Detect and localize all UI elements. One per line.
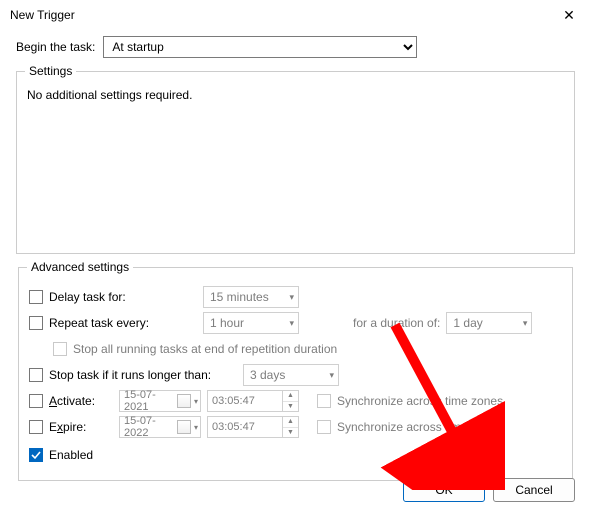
repeat-label: Repeat task every: — [49, 316, 197, 330]
enabled-checkbox[interactable] — [29, 448, 43, 462]
settings-message: No additional settings required. — [27, 88, 564, 102]
begin-task-label: Begin the task: — [16, 40, 95, 54]
cancel-button[interactable]: Cancel — [493, 478, 575, 502]
activate-date[interactable]: 15-07-2021 ▾ — [119, 390, 201, 412]
activate-sync-checkbox — [317, 394, 331, 408]
expire-time-value: 03:05:47 — [212, 421, 282, 433]
repeat-value: 1 hour — [210, 316, 244, 330]
activate-time-value: 03:05:47 — [212, 395, 282, 407]
advanced-legend: Advanced settings — [27, 260, 133, 274]
chevron-down-icon: ▾ — [289, 292, 294, 303]
expire-date-value: 15-07-2022 — [124, 415, 174, 439]
activate-time[interactable]: 03:05:47 ▲▼ — [207, 390, 299, 412]
begin-task-select[interactable]: At startup — [103, 36, 417, 58]
close-button[interactable]: ✕ — [547, 0, 591, 30]
enabled-label: Enabled — [49, 448, 93, 462]
repeat-checkbox[interactable] — [29, 316, 43, 330]
expire-checkbox[interactable] — [29, 420, 43, 434]
expire-date[interactable]: 15-07-2022 ▾ — [119, 416, 201, 438]
delay-checkbox[interactable] — [29, 290, 43, 304]
settings-group: Settings No additional settings required… — [16, 64, 575, 254]
chevron-down-icon: ▾ — [523, 318, 528, 329]
spinner-icon[interactable]: ▲▼ — [282, 417, 298, 437]
duration-value: 1 day — [453, 316, 482, 330]
stop-longer-combo[interactable]: 3 days ▾ — [243, 364, 339, 386]
activate-sync-label: Synchronize across time zones — [337, 394, 503, 408]
advanced-settings-group: Advanced settings Delay task for: 15 min… — [18, 260, 573, 481]
settings-legend: Settings — [25, 64, 76, 78]
delay-label: Delay task for: — [49, 290, 197, 304]
stop-longer-value: 3 days — [250, 368, 285, 382]
calendar-icon — [177, 394, 191, 408]
delay-combo[interactable]: 15 minutes ▾ — [203, 286, 299, 308]
stop-longer-label: Stop task if it runs longer than: — [49, 368, 237, 382]
duration-label: for a duration of: — [353, 316, 440, 330]
check-icon — [31, 450, 41, 460]
expire-label: Expire: — [49, 420, 113, 434]
expire-sync-checkbox — [317, 420, 331, 434]
spinner-icon[interactable]: ▲▼ — [282, 391, 298, 411]
stop-all-checkbox — [53, 342, 67, 356]
stop-longer-checkbox[interactable] — [29, 368, 43, 382]
chevron-down-icon: ▾ — [329, 370, 334, 381]
chevron-down-icon: ▾ — [194, 423, 198, 432]
delay-value: 15 minutes — [210, 290, 269, 304]
expire-sync-label: Synchronize across time zones — [337, 420, 503, 434]
activate-date-value: 15-07-2021 — [124, 389, 174, 413]
close-icon: ✕ — [563, 7, 575, 24]
chevron-down-icon: ▾ — [289, 318, 294, 329]
expire-time[interactable]: 03:05:47 ▲▼ — [207, 416, 299, 438]
repeat-combo[interactable]: 1 hour ▾ — [203, 312, 299, 334]
activate-checkbox[interactable] — [29, 394, 43, 408]
window-title: New Trigger — [10, 8, 75, 22]
ok-button[interactable]: OK — [403, 478, 485, 502]
activate-label: Activate: — [49, 394, 113, 408]
duration-combo[interactable]: 1 day ▾ — [446, 312, 532, 334]
calendar-icon — [177, 420, 191, 434]
chevron-down-icon: ▾ — [194, 397, 198, 406]
stop-all-label: Stop all running tasks at end of repetit… — [73, 342, 337, 356]
